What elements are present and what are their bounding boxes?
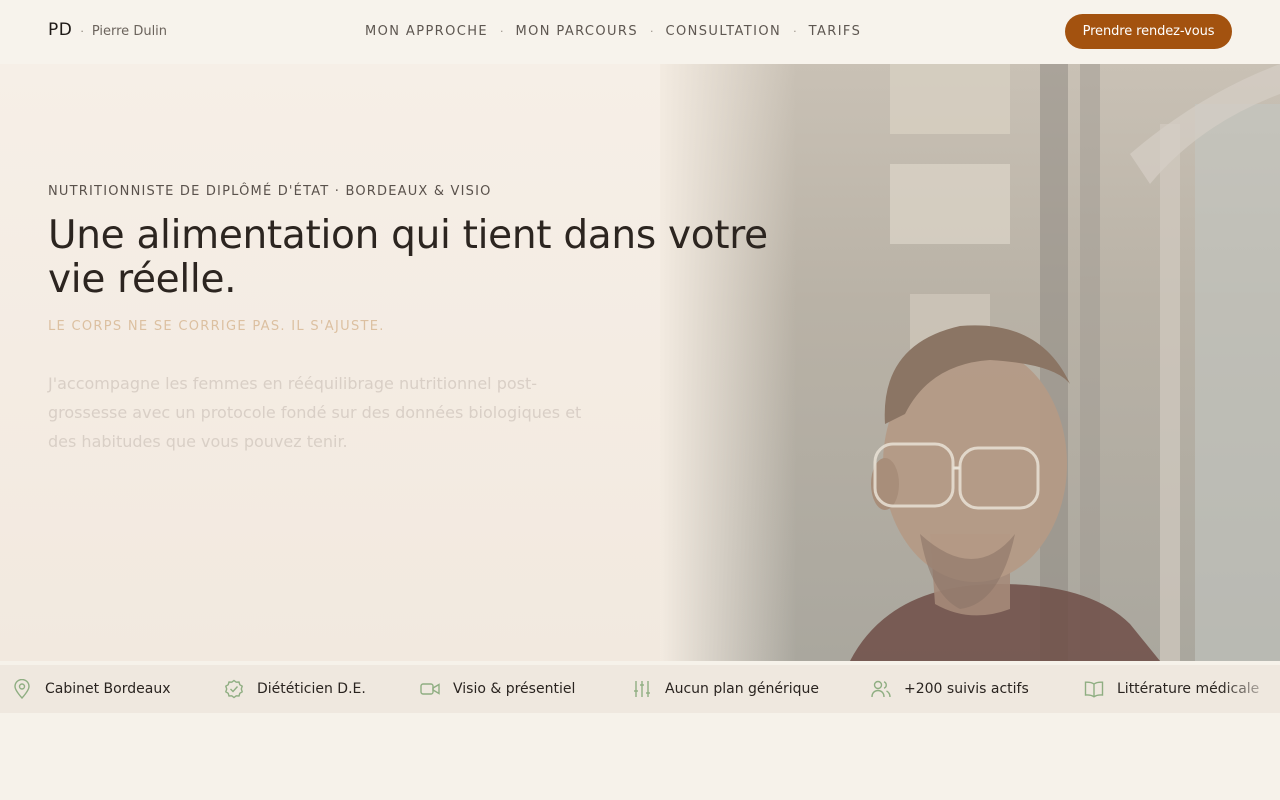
hero-tagline: LE CORPS NE SE CORRIGE PAS. IL S'AJUSTE.	[48, 319, 385, 334]
site-header: PD · Pierre Dulin MON APPROCHE · MON PAR…	[0, 0, 1280, 64]
trust-label: Cabinet Bordeaux	[45, 681, 171, 697]
nav-separator: ·	[793, 25, 797, 38]
nav-item-tarifs[interactable]: TARIFS	[809, 24, 862, 39]
book-appointment-button[interactable]: Prendre rendez-vous	[1065, 14, 1232, 49]
trust-item-visio: Visio & présentiel	[420, 665, 575, 713]
trust-item-diploma: Diététicien D.E.	[224, 665, 366, 713]
trust-item-clients: +200 suivis actifs	[871, 665, 1029, 713]
trust-bar: Cabinet Bordeaux Diététicien D.E. Visio …	[0, 665, 1280, 713]
sliders-icon	[632, 679, 652, 699]
nav-separator: ·	[500, 25, 504, 38]
trust-label: +200 suivis actifs	[904, 681, 1029, 697]
open-book-icon	[1084, 679, 1104, 699]
main-nav: MON APPROCHE · MON PARCOURS · CONSULTATI…	[365, 24, 861, 39]
map-pin-icon	[12, 679, 32, 699]
trust-item-no-generic-plan: Aucun plan générique	[632, 665, 819, 713]
hero-title: Une alimentation qui tient dans votre vi…	[48, 213, 768, 302]
trust-bar-fade	[1220, 665, 1280, 713]
logo-mark[interactable]: PD	[48, 20, 72, 40]
hero-portrait-photo	[660, 64, 1280, 661]
nav-item-approche[interactable]: MON APPROCHE	[365, 24, 488, 39]
trust-label: Aucun plan générique	[665, 681, 820, 697]
logo[interactable]: PD · Pierre Dulin	[48, 20, 167, 40]
badge-check-icon	[224, 679, 244, 699]
nav-separator: ·	[650, 25, 654, 38]
hero-lead: J'accompagne les femmes en rééquilibrage…	[48, 374, 582, 451]
logo-name[interactable]: Pierre Dulin	[92, 24, 167, 39]
trust-item-cabinet: Cabinet Bordeaux	[12, 665, 170, 713]
hero-eyebrow: NUTRITIONNISTE DE DIPLÔMÉ D'ÉTAT · BORDE…	[48, 184, 492, 199]
users-icon	[871, 679, 891, 699]
trust-label: Diététicien D.E.	[257, 681, 366, 697]
hero-section: NUTRITIONNISTE DE DIPLÔMÉ D'ÉTAT · BORDE…	[0, 64, 1280, 661]
nav-item-consultation[interactable]: CONSULTATION	[666, 24, 782, 39]
nav-item-parcours[interactable]: MON PARCOURS	[516, 24, 639, 39]
video-camera-icon	[420, 679, 440, 699]
trust-label: Visio & présentiel	[453, 681, 576, 697]
logo-separator: ·	[80, 25, 84, 38]
